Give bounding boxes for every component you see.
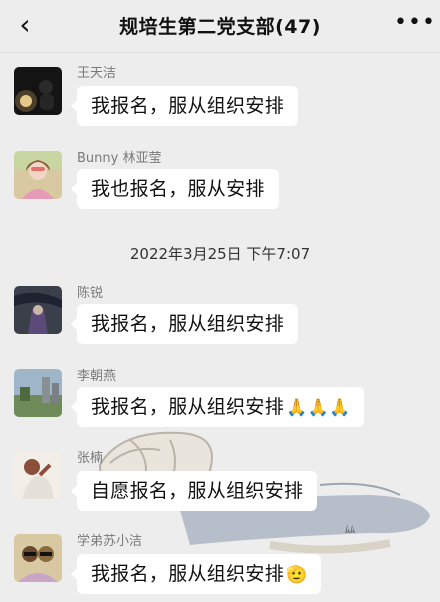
- chat-title: 规培生第二党支部(47): [119, 16, 321, 38]
- message-bubble[interactable]: 我报名，服从组织安排: [70, 304, 299, 344]
- message-bubble[interactable]: 自愿报名，服从组织安排: [70, 471, 318, 511]
- message-text: 我报名，服从组织安排: [91, 313, 285, 335]
- message-bubble[interactable]: 我报名，服从组织安排: [70, 86, 299, 126]
- avatar[interactable]: [14, 151, 62, 199]
- avatar[interactable]: [14, 286, 62, 334]
- message-text: 我报名，服从组织安排: [91, 95, 285, 117]
- message-text: 我也报名，服从安排: [91, 178, 265, 200]
- more-options-icon[interactable]: •••: [394, 8, 435, 38]
- sender-name: 李朝燕: [77, 369, 117, 384]
- message-bubble[interactable]: 我也报名，服从安排: [71, 169, 279, 209]
- sender-name: 陈锐: [77, 286, 104, 301]
- message-timestamp: 2022年3月25日 下午7:07: [129, 245, 311, 263]
- sender-name: Bunny 林亚莹: [77, 151, 162, 166]
- avatar[interactable]: [14, 451, 62, 499]
- avatar[interactable]: [14, 534, 62, 582]
- sender-name: 学弟苏小洁: [77, 534, 143, 549]
- message-text: 自愿报名，服从组织安排: [91, 480, 304, 502]
- avatar[interactable]: [14, 369, 62, 417]
- folded-hands-emoji: 🙏🙏🙏: [286, 398, 351, 418]
- message-text: 我报名，服从组织安排: [91, 396, 285, 418]
- message-text: 我报名，服从组织安排: [91, 563, 285, 585]
- chat-header: ‹ 规培生第二党支部(47) •••: [0, 0, 440, 53]
- message-bubble[interactable]: 我报名，服从组织安排 🙏🙏🙏: [70, 387, 365, 427]
- sender-name: 王天洁: [77, 66, 117, 81]
- sender-name: 张楠: [77, 451, 104, 466]
- message-bubble[interactable]: 我报名，服从组织安排 🫡: [70, 554, 322, 594]
- salute-emoji: 🫡: [286, 565, 308, 585]
- avatar[interactable]: [14, 67, 62, 115]
- svg-text:ﾑﾑ: ﾑﾑ: [345, 525, 355, 536]
